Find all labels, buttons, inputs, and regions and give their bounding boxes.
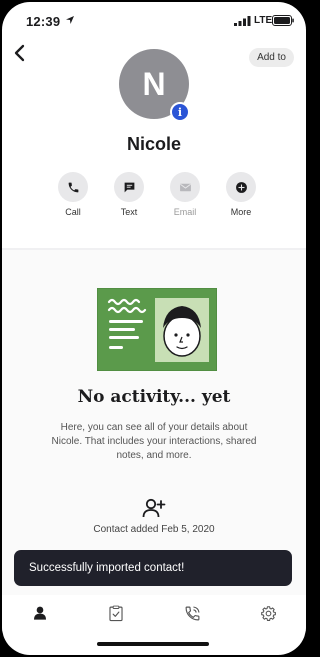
email-button-circle[interactable]: [170, 172, 200, 202]
call-button-circle[interactable]: [58, 172, 88, 202]
chevron-left-icon: [14, 44, 25, 62]
add-person-icon: [142, 498, 166, 518]
avatar-initial: N: [142, 65, 166, 102]
gear-icon: [260, 605, 276, 621]
empty-state-description: Here, you can see all of your details ab…: [51, 422, 257, 461]
email-button[interactable]: Email: [166, 172, 204, 220]
text-label: Text: [120, 207, 138, 217]
plus-circle-icon: [235, 181, 247, 193]
person-icon: [34, 606, 46, 620]
toast-message: Successfully imported contact!: [29, 562, 185, 574]
phone-icon: [68, 182, 78, 192]
home-indicator[interactable]: [97, 642, 209, 646]
status-time: 12:39: [26, 14, 61, 29]
toast-notification: Successfully imported contact!: [14, 550, 292, 586]
back-button[interactable]: [8, 42, 30, 64]
network-type: LTE: [254, 15, 273, 26]
signal-bars-icon: [234, 16, 251, 26]
email-label: Email: [173, 207, 197, 217]
more-label: More: [230, 207, 252, 217]
location-arrow-icon: [66, 16, 74, 24]
battery-icon: [272, 15, 294, 26]
mail-icon: [179, 183, 191, 191]
tab-notes[interactable]: [96, 598, 136, 628]
add-to-button[interactable]: Add to: [249, 48, 294, 67]
contact-actions: Call Text Email More: [54, 172, 260, 220]
tab-bar: [2, 595, 306, 631]
empty-state-title: No activity... yet: [77, 387, 231, 407]
tab-calls[interactable]: [172, 598, 212, 628]
phone-screen: 12:39 LTE Add to N i Nicole Call Text Em…: [2, 2, 306, 655]
contact-name: Nicole: [126, 134, 182, 154]
phone-history-icon: [185, 606, 199, 620]
info-badge-glyph: i: [177, 105, 183, 119]
call-button[interactable]: Call: [54, 172, 92, 220]
more-button-circle[interactable]: [226, 172, 256, 202]
text-button-circle[interactable]: [114, 172, 144, 202]
tab-profile[interactable]: [20, 598, 60, 628]
contact-added-text: Contact added Feb 5, 2020: [93, 524, 215, 535]
clipboard-check-icon: [109, 605, 123, 621]
text-button[interactable]: Text: [110, 172, 148, 220]
info-icon[interactable]: i: [170, 102, 190, 122]
call-label: Call: [65, 207, 81, 217]
more-button[interactable]: More: [222, 172, 260, 220]
tab-settings[interactable]: [248, 598, 288, 628]
status-bar: 12:39 LTE: [2, 2, 306, 40]
id-card-illustration: [97, 288, 217, 371]
chat-bubble-icon: [124, 182, 134, 192]
